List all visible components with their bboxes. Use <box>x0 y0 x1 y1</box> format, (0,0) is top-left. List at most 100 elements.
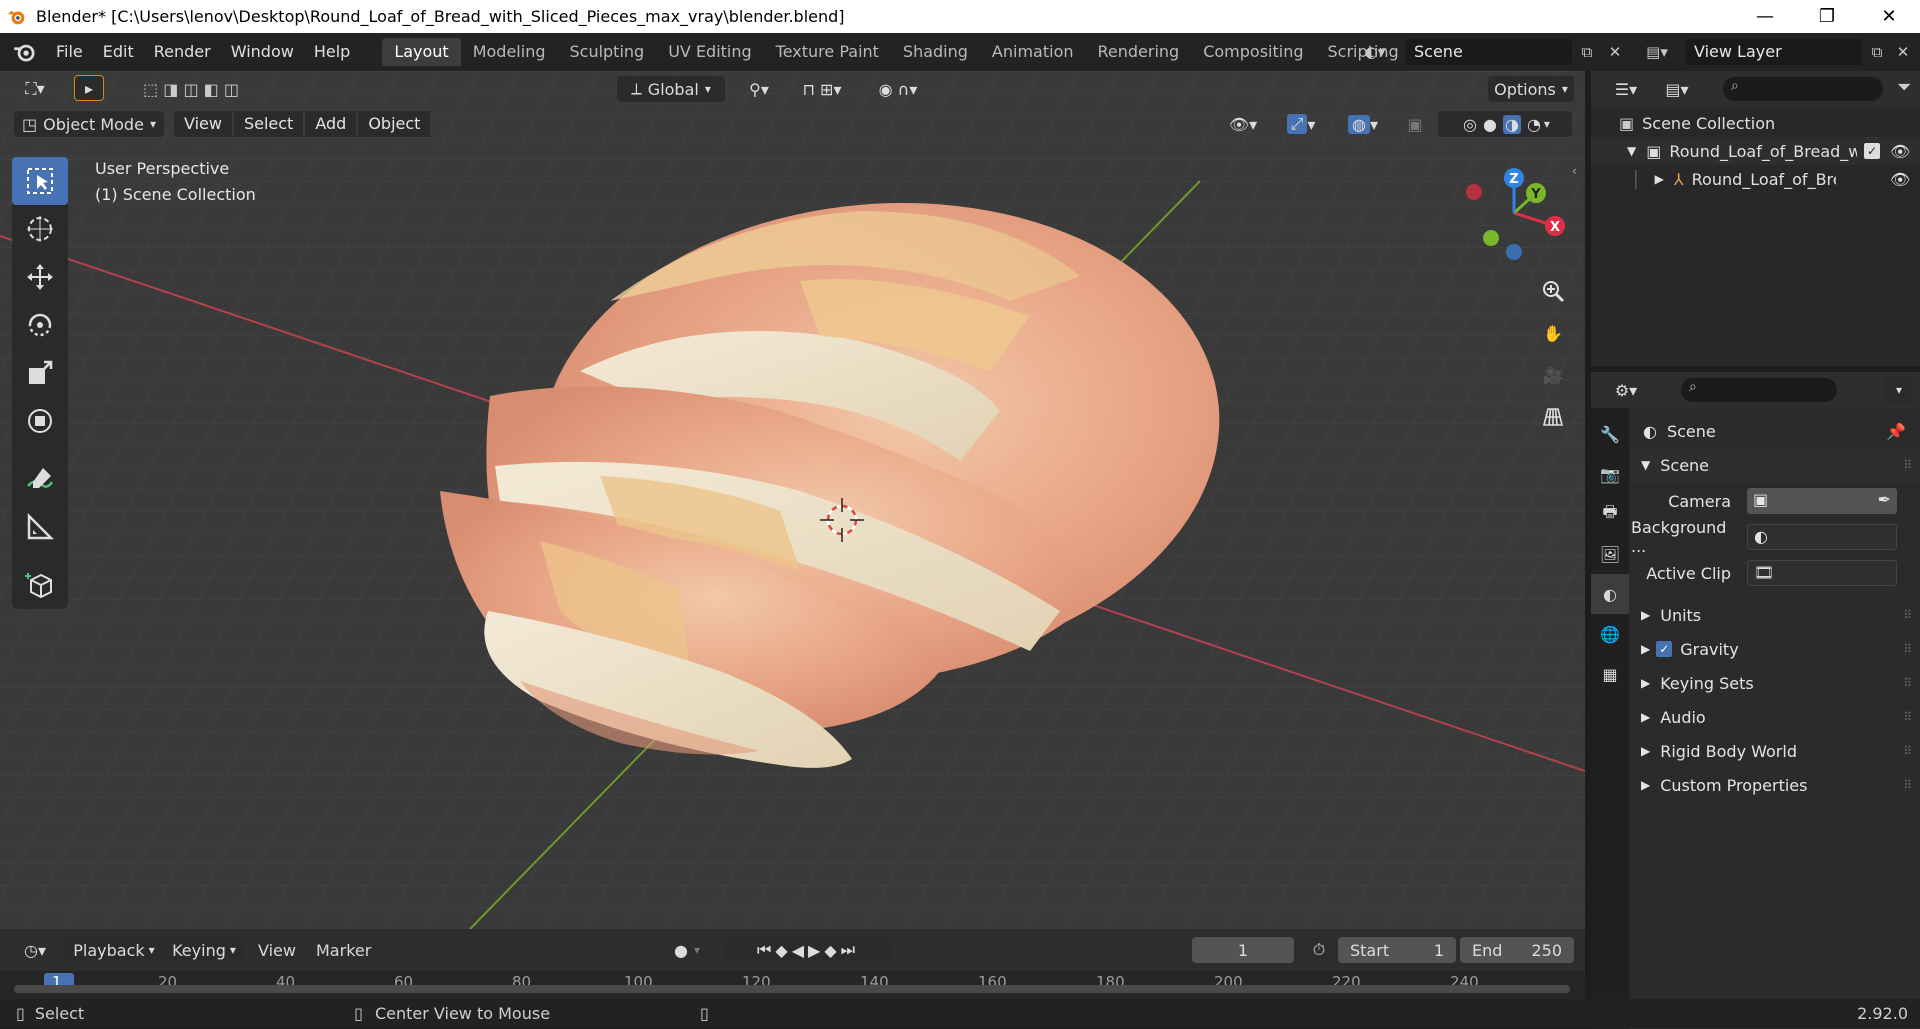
xray-toggle-icon[interactable]: ▣ <box>1400 111 1430 137</box>
tab-rendering[interactable]: Rendering <box>1086 38 1192 66</box>
keying-dropdown[interactable]: Keying ▾ <box>164 937 244 963</box>
menu-file[interactable]: File <box>46 37 93 67</box>
texture-tab-icon[interactable]: ▦ <box>1591 654 1629 694</box>
menu-object[interactable]: Object <box>358 111 431 137</box>
gizmo-toggle-icon[interactable]: ⤢ ▾ <box>1276 111 1326 137</box>
background-field[interactable]: ◐ <box>1747 524 1897 550</box>
scene-tab-icon[interactable]: ◐ <box>1591 574 1629 614</box>
timeline-view-menu[interactable]: View <box>258 941 296 960</box>
end-frame-field[interactable]: End 250 <box>1460 937 1574 963</box>
properties-editor-type-icon[interactable]: ⚙▾ <box>1605 377 1647 403</box>
properties-search-input[interactable]: ⌕ <box>1681 378 1837 402</box>
move-tool-icon[interactable] <box>12 253 68 301</box>
next-keyframe-icon[interactable]: ◆ <box>824 941 840 960</box>
overlays-toggle-icon[interactable]: ◍ ▾ <box>1338 111 1388 137</box>
outliner-row-scene-collection[interactable]: ▣ Scene Collection <box>1591 109 1920 137</box>
rotate-tool-icon[interactable] <box>12 301 68 349</box>
cursor-tool-icon[interactable] <box>12 205 68 253</box>
stopwatch-icon[interactable]: ⏱ <box>1304 937 1334 963</box>
outliner-search-input[interactable]: ⌕ <box>1723 77 1883 101</box>
tab-compositing[interactable]: Compositing <box>1191 38 1315 66</box>
solid-shading-icon[interactable]: ● <box>1483 115 1497 134</box>
timeline-ruler[interactable]: 1 20 40 60 80 100 120 140 160 180 200 22… <box>0 971 1585 999</box>
timeline-marker-menu[interactable]: Marker <box>316 941 371 960</box>
delete-view-layer-icon[interactable]: ✕ <box>1890 39 1916 65</box>
auto-keying-icon[interactable]: ● ▾ <box>660 937 714 963</box>
menu-render[interactable]: Render <box>144 37 221 67</box>
maximize-button[interactable]: ❐ <box>1796 0 1858 33</box>
transform-tool-icon[interactable] <box>12 397 68 445</box>
visibility-eye-icon[interactable]: 👁 <box>1890 170 1910 189</box>
current-frame-field[interactable]: 1 <box>1192 937 1294 963</box>
camera-view-icon[interactable]: 🎥 <box>1536 358 1570 392</box>
visibility-eye-icon[interactable]: 👁 <box>1890 142 1910 161</box>
playback-controls[interactable]: ⏮ ◆ ◀ ▶ ◆ ⏭ <box>724 937 892 963</box>
tab-shading[interactable]: Shading <box>891 38 980 66</box>
minimize-button[interactable]: — <box>1734 0 1796 33</box>
chevron-down-icon[interactable]: ▾ <box>1885 377 1913 403</box>
rendered-shading-icon[interactable]: ◔ <box>1527 115 1541 134</box>
start-frame-field[interactable]: Start 1 <box>1338 937 1456 963</box>
tab-texture-paint[interactable]: Texture Paint <box>764 38 891 66</box>
audio-panel-header[interactable]: ▶ Audio ⠿ <box>1631 700 1920 734</box>
options-dropdown[interactable]: Options ▾ <box>1488 76 1574 102</box>
pivot-point-icon[interactable]: ⚲▾ <box>738 76 780 102</box>
outliner-row-collection[interactable]: ▼ ▣ Round_Loaf_of_Bread_wi ✓ 👁 <box>1591 137 1920 165</box>
active-clip-field[interactable]: 🎞 <box>1747 560 1897 586</box>
new-view-layer-icon[interactable]: ⧉ <box>1864 39 1890 65</box>
drag-handle-icon[interactable]: ⠿ <box>1903 744 1912 758</box>
selection-mode-icons[interactable]: ⬚ ◨ ◫ ◧ ◫ <box>126 76 256 102</box>
select-box-tool-icon[interactable] <box>12 157 68 205</box>
menu-view[interactable]: View <box>174 111 232 137</box>
close-button[interactable]: ✕ <box>1858 0 1920 33</box>
tab-animation[interactable]: Animation <box>980 38 1086 66</box>
gravity-panel-header[interactable]: ▶ ✓ Gravity ⠿ <box>1631 632 1920 666</box>
3d-viewport[interactable]: X Y Z ⛶▾ ▸ ⬚ ◨ ◫ ◧ ◫ ⟂ Global ▾ ⚲▾ ⊓ ⊞▾ … <box>0 71 1585 929</box>
new-scene-icon[interactable]: ⧉ <box>1574 39 1600 65</box>
transform-orientation-dropdown[interactable]: ⟂ Global ▾ <box>617 76 725 102</box>
add-cube-tool-icon[interactable] <box>12 561 68 609</box>
jump-end-icon[interactable]: ⏭ <box>841 940 859 960</box>
material-preview-shading-icon[interactable]: ◑ <box>1502 114 1521 134</box>
sidebar-toggle-icon[interactable]: ‹ <box>1572 164 1577 178</box>
shading-mode-icons[interactable]: ◎ ● ◑ ◔ ▾ <box>1438 111 1572 137</box>
snapping-icon[interactable]: ⊓ ⊞▾ <box>786 76 858 102</box>
view-layer-tab-icon[interactable]: 🖼 <box>1591 534 1629 574</box>
expand-arrow-icon[interactable]: ▼ <box>1627 144 1636 158</box>
world-tab-icon[interactable]: 🌐 <box>1591 614 1629 654</box>
drag-handle-icon[interactable]: ⠿ <box>1903 778 1912 792</box>
expand-arrow-icon[interactable]: ▶ <box>1655 172 1664 186</box>
playback-dropdown[interactable]: Playback ▾ <box>66 937 162 963</box>
wireframe-shading-icon[interactable]: ◎ <box>1463 115 1477 134</box>
measure-tool-icon[interactable] <box>12 503 68 551</box>
menu-add[interactable]: Add <box>305 111 357 137</box>
object-mode-dropdown[interactable]: ◳ Object Mode ▾ <box>14 111 164 137</box>
exclude-checkbox[interactable]: ✓ <box>1864 143 1880 159</box>
scene-selector-icon[interactable]: ◐▾ <box>1362 39 1388 65</box>
menu-window[interactable]: Window <box>221 37 304 67</box>
display-mode-icon[interactable]: ▤▾ <box>1655 76 1699 102</box>
menu-edit[interactable]: Edit <box>93 37 144 67</box>
blender-menu-icon[interactable] <box>12 39 38 65</box>
jump-start-icon[interactable]: ⏮ <box>757 940 775 960</box>
pin-icon[interactable]: 📌 <box>1886 422 1906 441</box>
rigid-body-world-panel-header[interactable]: ▶ Rigid Body World ⠿ <box>1631 734 1920 768</box>
render-tab-icon[interactable]: 📷 <box>1591 454 1629 494</box>
tab-modeling[interactable]: Modeling <box>461 38 558 66</box>
keying-sets-panel-header[interactable]: ▶ Keying Sets ⠿ <box>1631 666 1920 700</box>
scale-tool-icon[interactable] <box>12 349 68 397</box>
timeline-scrollbar[interactable] <box>14 985 1570 993</box>
drag-handle-icon[interactable]: ⠿ <box>1903 642 1912 656</box>
menu-select[interactable]: Select <box>233 111 304 137</box>
ortho-grid-icon[interactable] <box>1536 400 1570 434</box>
pan-hand-icon[interactable]: ✋ <box>1536 316 1570 350</box>
gravity-checkbox[interactable]: ✓ <box>1656 641 1673 657</box>
tab-sculpting[interactable]: Sculpting <box>557 38 656 66</box>
timeline-editor-type-icon[interactable]: ◷▾ <box>14 937 56 963</box>
eyedropper-icon[interactable]: ✒ <box>1878 490 1891 509</box>
outliner-row-object[interactable]: │ ▶ ⅄ Round_Loaf_of_Breac 👁 <box>1591 165 1920 193</box>
play-reverse-icon[interactable]: ◀ <box>792 941 808 960</box>
select-tool-icon[interactable]: ▸ <box>74 75 104 101</box>
drag-handle-icon[interactable]: ⠿ <box>1903 458 1912 472</box>
output-tab-icon[interactable]: 🖶 <box>1591 494 1629 534</box>
